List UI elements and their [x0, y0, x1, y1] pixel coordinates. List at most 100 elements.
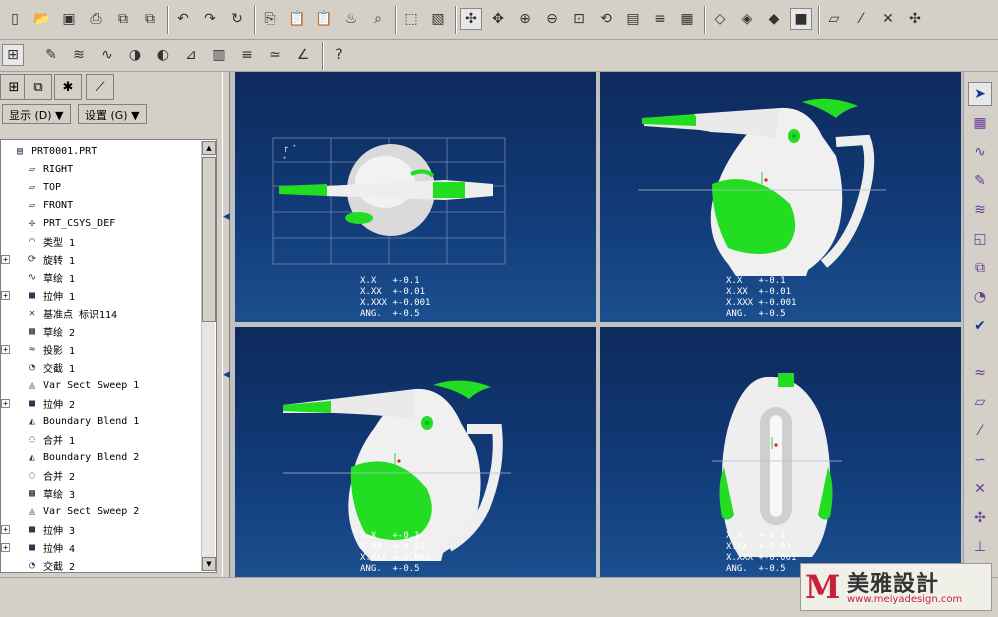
favorites-tab[interactable]: ✱ [54, 74, 82, 100]
wireframe-icon[interactable]: ◇ [709, 8, 731, 30]
coord-sys-icon[interactable]: ✣ [904, 8, 926, 30]
expand-icon[interactable]: + [1, 254, 10, 264]
expand-icon[interactable]: + [1, 290, 10, 300]
scroll-thumb[interactable] [202, 157, 216, 322]
axis-icon[interactable]: ⁄ [968, 419, 992, 443]
display-menu[interactable]: 显示 (D) ▼ [2, 104, 71, 124]
tree-item[interactable]: + ■ 拉伸 4 [1, 538, 75, 556]
refit-icon[interactable]: ⊡ [568, 8, 590, 30]
check-icon[interactable]: ✔ [968, 314, 992, 338]
tree-item[interactable]: +▩草绘 2 [1, 322, 75, 340]
context-help-icon[interactable]: ? [328, 44, 350, 66]
analysis2-icon[interactable]: ⊥ [968, 535, 992, 559]
offset-icon[interactable]: ⧉ [968, 256, 992, 280]
tree-item[interactable]: +◌合并 2 [1, 466, 75, 484]
select-box-icon[interactable]: ⬚ [400, 8, 422, 30]
layout-icon[interactable]: ⊞ [2, 44, 24, 66]
zoom-out-icon[interactable]: ⊖ [541, 8, 563, 30]
tree-item[interactable]: + ■ 拉伸 3 [1, 520, 75, 538]
tree-item[interactable]: +◭Boundary Blend 1 [1, 412, 139, 430]
tree-item[interactable]: +✣PRT_CSYS_DEF [1, 214, 115, 232]
tree-item[interactable]: +▤PRT0001.PRT [1, 142, 97, 160]
connections-tab[interactable]: ⟋ [86, 74, 114, 100]
datum-planes-icon[interactable]: ▱ [823, 8, 845, 30]
spin-center-icon[interactable]: ✣ [460, 8, 482, 30]
datum-plane-icon[interactable]: ▱ [968, 390, 992, 414]
select-arrow-icon[interactable]: ➤ [968, 82, 992, 106]
folder-tab[interactable]: ⧉ [24, 74, 52, 100]
expand-icon[interactable]: + [1, 344, 10, 354]
regenerate-icon[interactable]: ↻ [226, 8, 248, 30]
tree-item[interactable]: +▱RIGHT [1, 160, 73, 178]
viewport-bottom-left[interactable]: X.X +-0.1 X.XX +-0.01 X.XXX +-0.001 ANG.… [235, 327, 596, 577]
hidden-line-icon[interactable]: ◈ [736, 8, 758, 30]
slope-icon[interactable]: ⊿ [180, 44, 202, 66]
reflection-icon[interactable]: ∿ [96, 44, 118, 66]
undo-icon[interactable]: ↶ [172, 8, 194, 30]
collapse-arrow-icon[interactable]: ◀ [223, 212, 230, 222]
tree-item[interactable]: +✕基准点 标识114 [1, 304, 117, 322]
zoom-in-icon[interactable]: ⊕ [514, 8, 536, 30]
reorient-icon[interactable]: ⟲ [595, 8, 617, 30]
section-icon[interactable]: ▥ [208, 44, 230, 66]
graph-icon[interactable]: ≈ [968, 361, 992, 385]
save-copy-icon[interactable]: ⧉ [112, 8, 134, 30]
tree-item[interactable]: +◭Boundary Blend 2 [1, 448, 139, 466]
plane-icon[interactable]: ▦ [968, 111, 992, 135]
viewport-bottom-right[interactable]: X.X +-0.1 X.XX +-0.01 X.XXX +-0.001 ANG.… [600, 327, 961, 577]
tree-item[interactable]: +◬Var Sect Sweep 1 [1, 376, 139, 394]
expand-icon[interactable]: + [1, 398, 10, 408]
datum-points-icon[interactable]: ✕ [877, 8, 899, 30]
tree-item[interactable]: + ■ 拉伸 1 [1, 286, 75, 304]
tree-item[interactable]: +◬Var Sect Sweep 2 [1, 502, 139, 520]
tree-item[interactable]: + ≈ 投影 1 [1, 340, 75, 358]
point-icon[interactable]: ✕ [968, 477, 992, 501]
datum-axes-icon[interactable]: ⁄ [850, 8, 872, 30]
csys-icon[interactable]: ✣ [968, 506, 992, 530]
find-icon[interactable]: ⌕ [367, 8, 389, 30]
tree-item[interactable]: + ⟳ 旋转 1 [1, 250, 75, 268]
open-icon[interactable]: 📂 [31, 8, 53, 30]
backup-icon[interactable]: ⧉ [139, 8, 161, 30]
scroll-down-button[interactable]: ▼ [202, 557, 216, 571]
sketch-curve-icon[interactable]: ✎ [968, 169, 992, 193]
tree-scrollbar[interactable]: ▲ ▼ [201, 141, 216, 571]
copy-icon[interactable]: ⎘ [259, 8, 281, 30]
offset-icon[interactable]: ≡ [236, 44, 258, 66]
expand-icon[interactable]: + [1, 524, 10, 534]
tree-item[interactable]: +◠类型 1 [1, 232, 75, 250]
model-player-icon[interactable]: ♨ [340, 8, 362, 30]
shading-icon[interactable]: ■ [790, 8, 812, 30]
view-manager-icon[interactable]: ▦ [676, 8, 698, 30]
collapse-arrow-icon[interactable]: ◀ [223, 370, 230, 380]
save-icon[interactable]: ▣ [58, 8, 80, 30]
tree-item[interactable]: +▱TOP [1, 178, 61, 196]
paste-icon[interactable]: 📋 [286, 8, 308, 30]
viewport-top-right[interactable]: X.X +-0.1 X.XX +-0.01 X.XXX +-0.001 ANG.… [600, 72, 961, 322]
curve-icon[interactable]: ∿ [968, 140, 992, 164]
tree-item[interactable]: +▱FRONT [1, 196, 73, 214]
tree-item[interactable]: +◔交截 2 [1, 556, 75, 573]
scroll-up-button[interactable]: ▲ [202, 141, 216, 155]
viewport-top-left[interactable]: ┌ ᐩ ᐩ X.X +-0.1 X.XX +-0.01 X.XXX +-0.00… [235, 72, 596, 322]
surface-icon[interactable]: ≋ [968, 198, 992, 222]
orient-mode-icon[interactable]: ✥ [487, 8, 509, 30]
print-icon[interactable]: ⎙ [85, 8, 107, 30]
tree-item[interactable]: +◌合并 1 [1, 430, 75, 448]
dihedral-icon[interactable]: ∠ [292, 44, 314, 66]
paste-special-icon[interactable]: 📋 [313, 8, 335, 30]
redo-icon[interactable]: ↷ [199, 8, 221, 30]
tree-item[interactable]: +◔交截 1 [1, 358, 75, 376]
sketch-icon[interactable]: ✎ [40, 44, 62, 66]
curve2-icon[interactable]: ∽ [968, 448, 992, 472]
new-icon[interactable]: ▯ [4, 8, 26, 30]
deviation-icon[interactable]: ≃ [264, 44, 286, 66]
boundary-icon[interactable]: ◱ [968, 227, 992, 251]
repaint-icon[interactable]: ▧ [427, 8, 449, 30]
tree-item[interactable]: + ■ 拉伸 2 [1, 394, 75, 412]
analysis-icon[interactable]: ◔ [968, 285, 992, 309]
style-icon[interactable]: ≋ [68, 44, 90, 66]
curvature-icon[interactable]: ◑ [124, 44, 146, 66]
panel-splitter[interactable]: ◀ ◀ [222, 72, 230, 577]
tree-item[interactable]: +▩草绘 3 [1, 484, 75, 502]
